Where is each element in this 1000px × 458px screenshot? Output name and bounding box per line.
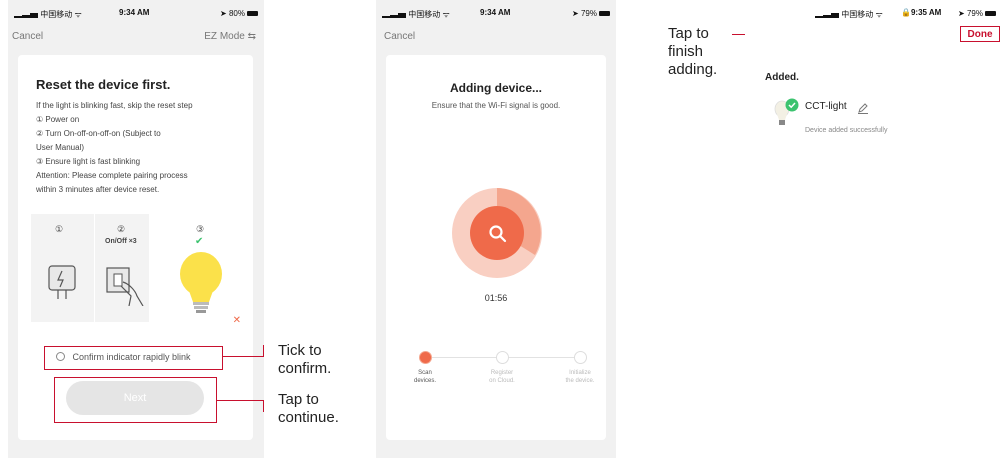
cancel-button[interactable]: Cancel [384,31,415,42]
tick-annotation-line2: confirm. [278,360,332,377]
page-title: Reset the device first. [36,77,171,92]
bulb-icon [180,252,222,313]
carrier: ▂▃▅ 中国移动 ᯤ [815,10,883,19]
phone-screen-adding: ▂▃▅ 中国移动 ᯤ 9:34 AM ➤ 79% Cancel Adding d… [376,0,616,458]
step-label-line: Register [490,370,514,376]
plug-icon [48,265,76,299]
finish-annotation-line2: finish [668,43,704,60]
countdown-timer: 01:56 [484,293,508,303]
switch-hand-icon [106,267,144,306]
status-bar: ▂▃▅ 中国移动 ᯤ 🔒9:35 AM ➤ 79% [745,0,1000,26]
instruction-line: ③ Ensure light is fast blinking [36,157,141,166]
status-time: 🔒9:35 AM [901,8,942,17]
x-mark-icon: ✕ [232,315,241,326]
confirm-pointer-vline [263,345,265,357]
carrier: ▂▃▅ 中国移动 ᯤ [382,10,450,19]
step-number: ② [117,224,126,234]
battery: ➤ 79% [572,9,610,18]
search-icon [489,225,507,243]
cancel-button[interactable]: Cancel [12,31,43,42]
phone-screen-added: ▂▃▅ 中国移动 ᯤ 🔒9:35 AM ➤ 79% Done Added. CC… [745,0,1000,458]
next-pointer-vline [263,400,265,412]
status-time: 9:34 AM [119,8,150,17]
step-init-label: Initialize the device. [556,369,604,385]
adding-card: Adding device... Ensure that the Wi-Fi s… [386,55,606,440]
step-cloud-icon [496,351,509,364]
step-scan-icon [419,351,432,364]
ez-mode-button[interactable]: EZ Mode ⇆ [204,31,256,42]
finish-annotation-line1: Tap to [668,25,709,42]
success-check-icon [785,98,799,112]
step-label-line: Initialize [569,370,591,376]
next-pointer-line [216,400,264,402]
check-icon: ✔ [195,236,204,247]
step-label-line: the device. [565,378,595,384]
instruction-line: within 3 minutes after device reset. [36,185,160,194]
status-time: 9:34 AM [480,8,511,17]
instruction-line: If the light is blinking fast, skip the … [36,101,193,110]
step-label-line: devices. [413,378,436,384]
edit-pencil-icon[interactable] [857,102,869,114]
step-caption: On/Off ×3 [105,238,137,245]
step-number: ③ [196,224,205,234]
reset-illustration: ① ② On/Off ×3 ③ ✔ ✕ [31,214,247,326]
device-name: CCT-light [805,101,847,112]
step-init-icon [574,351,587,364]
step-label-line: Scan [418,370,432,376]
tick-annotation-line1: Tick to [278,342,322,359]
confirm-pointer-line [222,356,264,358]
step-label-line: on Cloud. [489,378,515,384]
continue-annotation: Tap to continue. [278,391,339,427]
instructions: If the light is blinking fast, skip the … [36,99,251,197]
confirm-highlight-box [44,346,223,370]
tick-annotation: Tick to confirm. [278,342,331,378]
next-highlight-box [54,377,217,423]
status-bar: ▂▃▅ 中国移动 ᯤ 9:34 AM ➤ 80% [8,0,264,26]
finish-annotation: Tap to finish adding. [668,25,717,79]
carrier: ▂▃▅ 中国移动 ᯤ [14,10,82,19]
instruction-line: Attention: Please complete pairing proce… [36,171,188,180]
section-title: Added. [765,72,799,83]
finish-annotation-line3: adding. [668,61,718,78]
illustration-panel-2: ② On/Off ×3 [95,214,150,322]
device-status: Device added successfully [805,127,888,134]
continue-annotation-line1: Tap to [278,391,319,408]
battery: ➤ 80% [220,9,258,18]
page-subtitle: Ensure that the Wi-Fi signal is good. [431,101,561,110]
illustration-panel-1: ① [31,214,95,322]
status-bar: ▂▃▅ 中国移动 ᯤ 9:34 AM ➤ 79% [376,0,616,26]
continue-annotation-line2: continue. [278,409,339,426]
instruction-line: ② Turn On-off-on-off-on (Subject to [36,129,161,138]
instruction-line: User Manual) [36,143,85,152]
instruction-line: ① Power on [36,115,80,124]
done-button[interactable]: Done [960,26,1000,42]
page-title: Adding device... [449,81,542,95]
illustration-panel-3: ③ ✔ ✕ [150,214,247,326]
step-cloud-label: Register on Cloud. [481,369,523,385]
battery: ➤ 79% [958,9,996,18]
step-number: ① [55,224,64,234]
step-scan-label: Scan devices. [404,369,446,385]
